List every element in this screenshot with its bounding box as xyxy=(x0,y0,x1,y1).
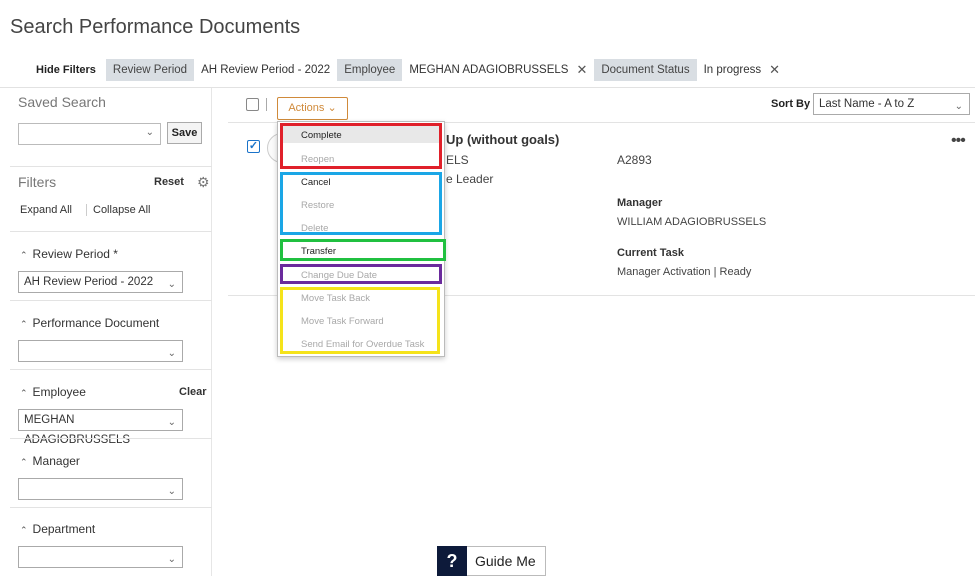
annotation-box-purple xyxy=(280,264,442,284)
divider xyxy=(10,369,212,370)
annotation-box-red xyxy=(280,123,442,169)
guide-me-label: Guide Me xyxy=(475,553,536,569)
chip-employee-text: MEGHAN ADAGIOBRUSSELS xyxy=(409,64,569,76)
section-label: Manager xyxy=(32,454,80,468)
remove-employee-filter-icon[interactable]: ✕ xyxy=(576,59,587,81)
chevron-down-icon: ⌄ xyxy=(167,554,176,565)
annotation-box-blue xyxy=(280,172,442,235)
help-icon: ? xyxy=(437,546,467,576)
chevron-down-icon: ⌄ xyxy=(167,486,176,497)
chevron-down-icon: ⌄ xyxy=(167,348,176,359)
saved-search-heading: Saved Search xyxy=(18,94,106,110)
employee-id: A2893 xyxy=(617,153,652,167)
chevron-up-icon: ⌃ xyxy=(20,319,28,329)
section-department[interactable]: ⌃ Department xyxy=(20,522,95,536)
chip-document-status-text: In progress xyxy=(703,64,762,76)
chip-review-period-text: AH Review Period - 2022 xyxy=(201,64,331,76)
select-value: AH Review Period - 2022 xyxy=(24,276,154,288)
department-select[interactable]: ⌄ xyxy=(18,546,183,568)
chip-document-status-value: In progress ✕ xyxy=(696,59,788,81)
chevron-up-icon: ⌃ xyxy=(20,388,28,398)
employee-role: e Leader xyxy=(446,172,494,186)
divider xyxy=(10,438,212,439)
divider xyxy=(266,98,267,111)
section-label: Performance Document xyxy=(32,316,160,330)
section-label: Department xyxy=(32,522,96,536)
gear-icon[interactable]: ⚙ xyxy=(197,174,210,191)
chip-review-period-value: AH Review Period - 2022 xyxy=(194,59,338,81)
hide-filters-link[interactable]: Hide Filters xyxy=(26,64,96,76)
chevron-down-icon: ⌄ xyxy=(327,102,337,114)
manager-select[interactable]: ⌄ xyxy=(18,478,183,500)
chevron-up-icon: ⌃ xyxy=(20,457,28,467)
more-options-icon[interactable]: ••• xyxy=(951,132,966,150)
clear-employee-link[interactable]: Clear xyxy=(179,386,207,398)
divider xyxy=(10,166,212,167)
chip-document-status-label: Document Status xyxy=(594,59,697,81)
manager-value: WILLIAM ADAGIOBRUSSELS xyxy=(617,216,767,228)
chevron-up-icon: ⌃ xyxy=(20,250,28,260)
annotation-box-green xyxy=(280,239,446,261)
section-performance-document[interactable]: ⌃ Performance Document xyxy=(20,316,159,330)
page-title: Search Performance Documents xyxy=(10,16,301,38)
employee-select[interactable]: MEGHAN ADAGIOBRUSSELS ⌄ xyxy=(18,409,183,446)
current-task-value: Manager Activation | Ready xyxy=(617,266,752,278)
remove-status-filter-icon[interactable]: ✕ xyxy=(769,59,780,81)
active-filters-bar: Hide Filters Review Period AH Review Per… xyxy=(26,59,788,81)
section-employee[interactable]: ⌃ Employee xyxy=(20,385,86,399)
review-period-select[interactable]: AH Review Period - 2022 ⌄ xyxy=(18,271,183,293)
document-employee: ELS xyxy=(446,153,469,167)
saved-search-select[interactable]: ⌄ xyxy=(18,123,161,145)
row-checkbox[interactable]: ✓ xyxy=(247,140,260,153)
section-label: Review Period * xyxy=(32,247,118,261)
expand-all-link[interactable]: Expand All xyxy=(20,204,72,216)
sort-by-select[interactable]: Last Name - A to Z ⌄ xyxy=(813,93,970,115)
filters-heading: Filters xyxy=(18,174,57,190)
chip-employee-label: Employee xyxy=(337,59,403,81)
chip-review-period-label: Review Period xyxy=(105,59,195,81)
manager-label: Manager xyxy=(617,197,663,209)
chip-employee-value: MEGHAN ADAGIOBRUSSELS ✕ xyxy=(402,59,595,81)
sort-by-label: Sort By xyxy=(771,98,811,110)
divider xyxy=(10,507,212,508)
select-value: Last Name - A to Z xyxy=(819,98,915,110)
current-task-label: Current Task xyxy=(617,247,685,259)
section-manager[interactable]: ⌃ Manager xyxy=(20,454,80,468)
divider xyxy=(10,231,212,232)
divider xyxy=(10,300,212,301)
save-search-button[interactable]: Save xyxy=(167,122,202,144)
select-value: MEGHAN ADAGIOBRUSSELS xyxy=(24,414,131,446)
chevron-down-icon: ⌄ xyxy=(167,417,176,428)
select-all-checkbox[interactable] xyxy=(246,98,259,111)
filter-sidebar: Saved Search ⌄ Save Filters Reset ⚙ Expa… xyxy=(10,88,212,576)
chevron-down-icon: ⌄ xyxy=(167,279,176,290)
guide-me-button[interactable]: ? Guide Me xyxy=(437,546,546,576)
chevron-down-icon: ⌄ xyxy=(954,101,963,112)
reset-filters-link[interactable]: Reset xyxy=(154,176,184,188)
actions-button[interactable]: Actions ⌄ xyxy=(277,97,348,120)
performance-document-select[interactable]: ⌄ xyxy=(18,340,183,362)
collapse-all-link[interactable]: Collapse All xyxy=(86,204,150,216)
actions-label: Actions xyxy=(288,102,325,114)
chevron-up-icon: ⌃ xyxy=(20,525,28,535)
section-label: Employee xyxy=(32,385,86,399)
chevron-down-icon: ⌄ xyxy=(145,127,154,138)
document-title[interactable]: Up (without goals) xyxy=(446,132,559,147)
section-review-period[interactable]: ⌃ Review Period * xyxy=(20,247,118,261)
annotation-box-yellow xyxy=(280,287,440,354)
